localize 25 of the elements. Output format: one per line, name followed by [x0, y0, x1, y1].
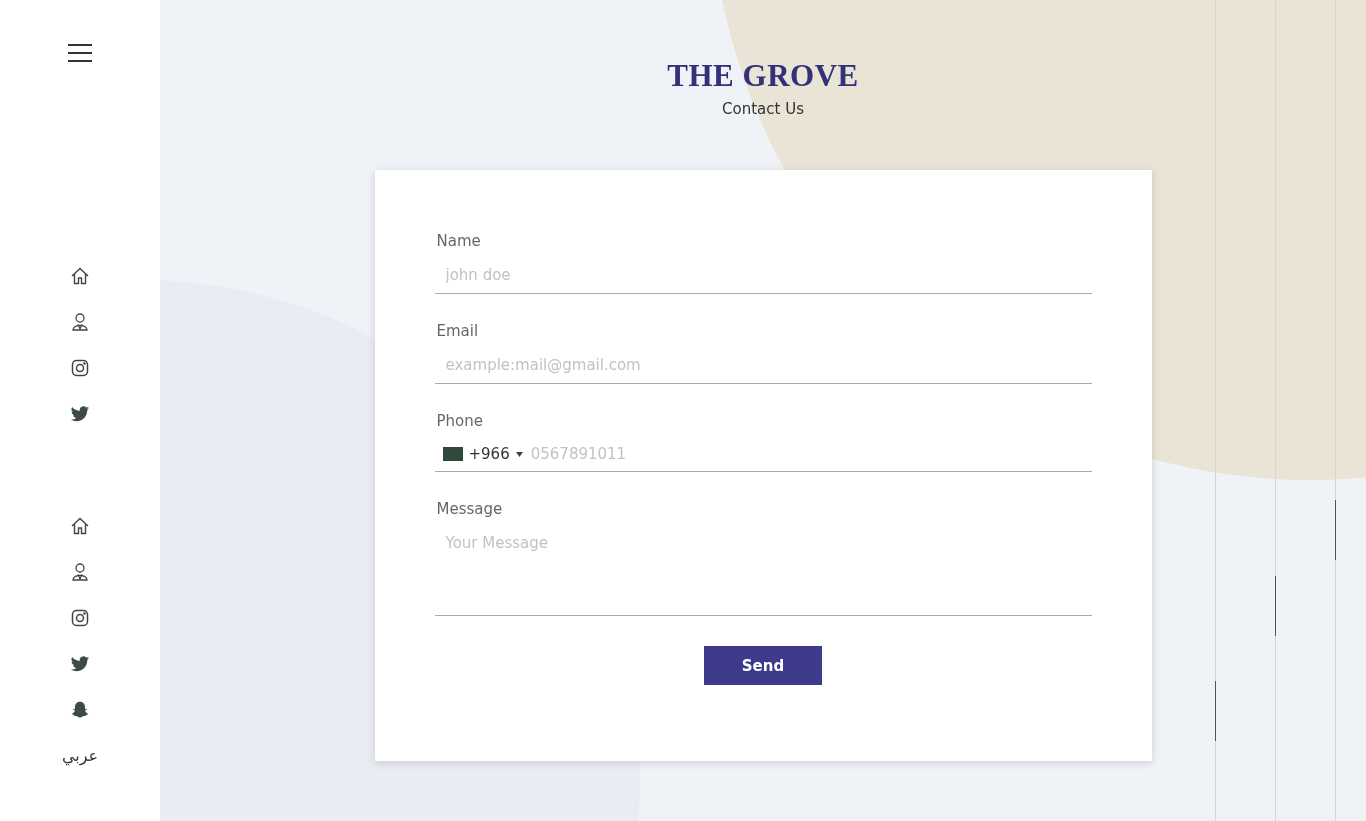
brand-title: THE GROVE: [667, 58, 859, 94]
caret-icon[interactable]: [515, 451, 523, 457]
home-icon[interactable]: [70, 516, 90, 536]
message-field[interactable]: Your Message: [434, 524, 1092, 616]
page-subtitle: Contact Us: [722, 100, 804, 118]
field-label: Email: [436, 322, 480, 340]
ghost-icon[interactable]: [70, 700, 90, 720]
bird-icon[interactable]: [70, 404, 90, 424]
menu-icon[interactable]: [68, 43, 92, 63]
dial-code[interactable]: +966: [468, 445, 510, 463]
language-link[interactable]: عربي: [61, 746, 99, 765]
text-field[interactable]: john doe: [434, 256, 1092, 294]
send-button[interactable]: Send: [704, 646, 822, 685]
flag-icon[interactable]: [442, 447, 463, 461]
phone-field[interactable]: +966 0567891011: [434, 436, 1092, 472]
bird-icon[interactable]: [70, 654, 90, 674]
person-icon[interactable]: [70, 312, 90, 332]
field-label: Phone: [436, 412, 484, 430]
instagram-icon[interactable]: [70, 608, 90, 628]
person-icon[interactable]: [70, 562, 90, 582]
text-field[interactable]: example:mail@gmail.com: [434, 346, 1092, 384]
home-icon[interactable]: [70, 266, 90, 286]
instagram-icon[interactable]: [70, 358, 90, 378]
field-label: Name: [436, 232, 482, 250]
field-label: Message: [436, 500, 504, 518]
